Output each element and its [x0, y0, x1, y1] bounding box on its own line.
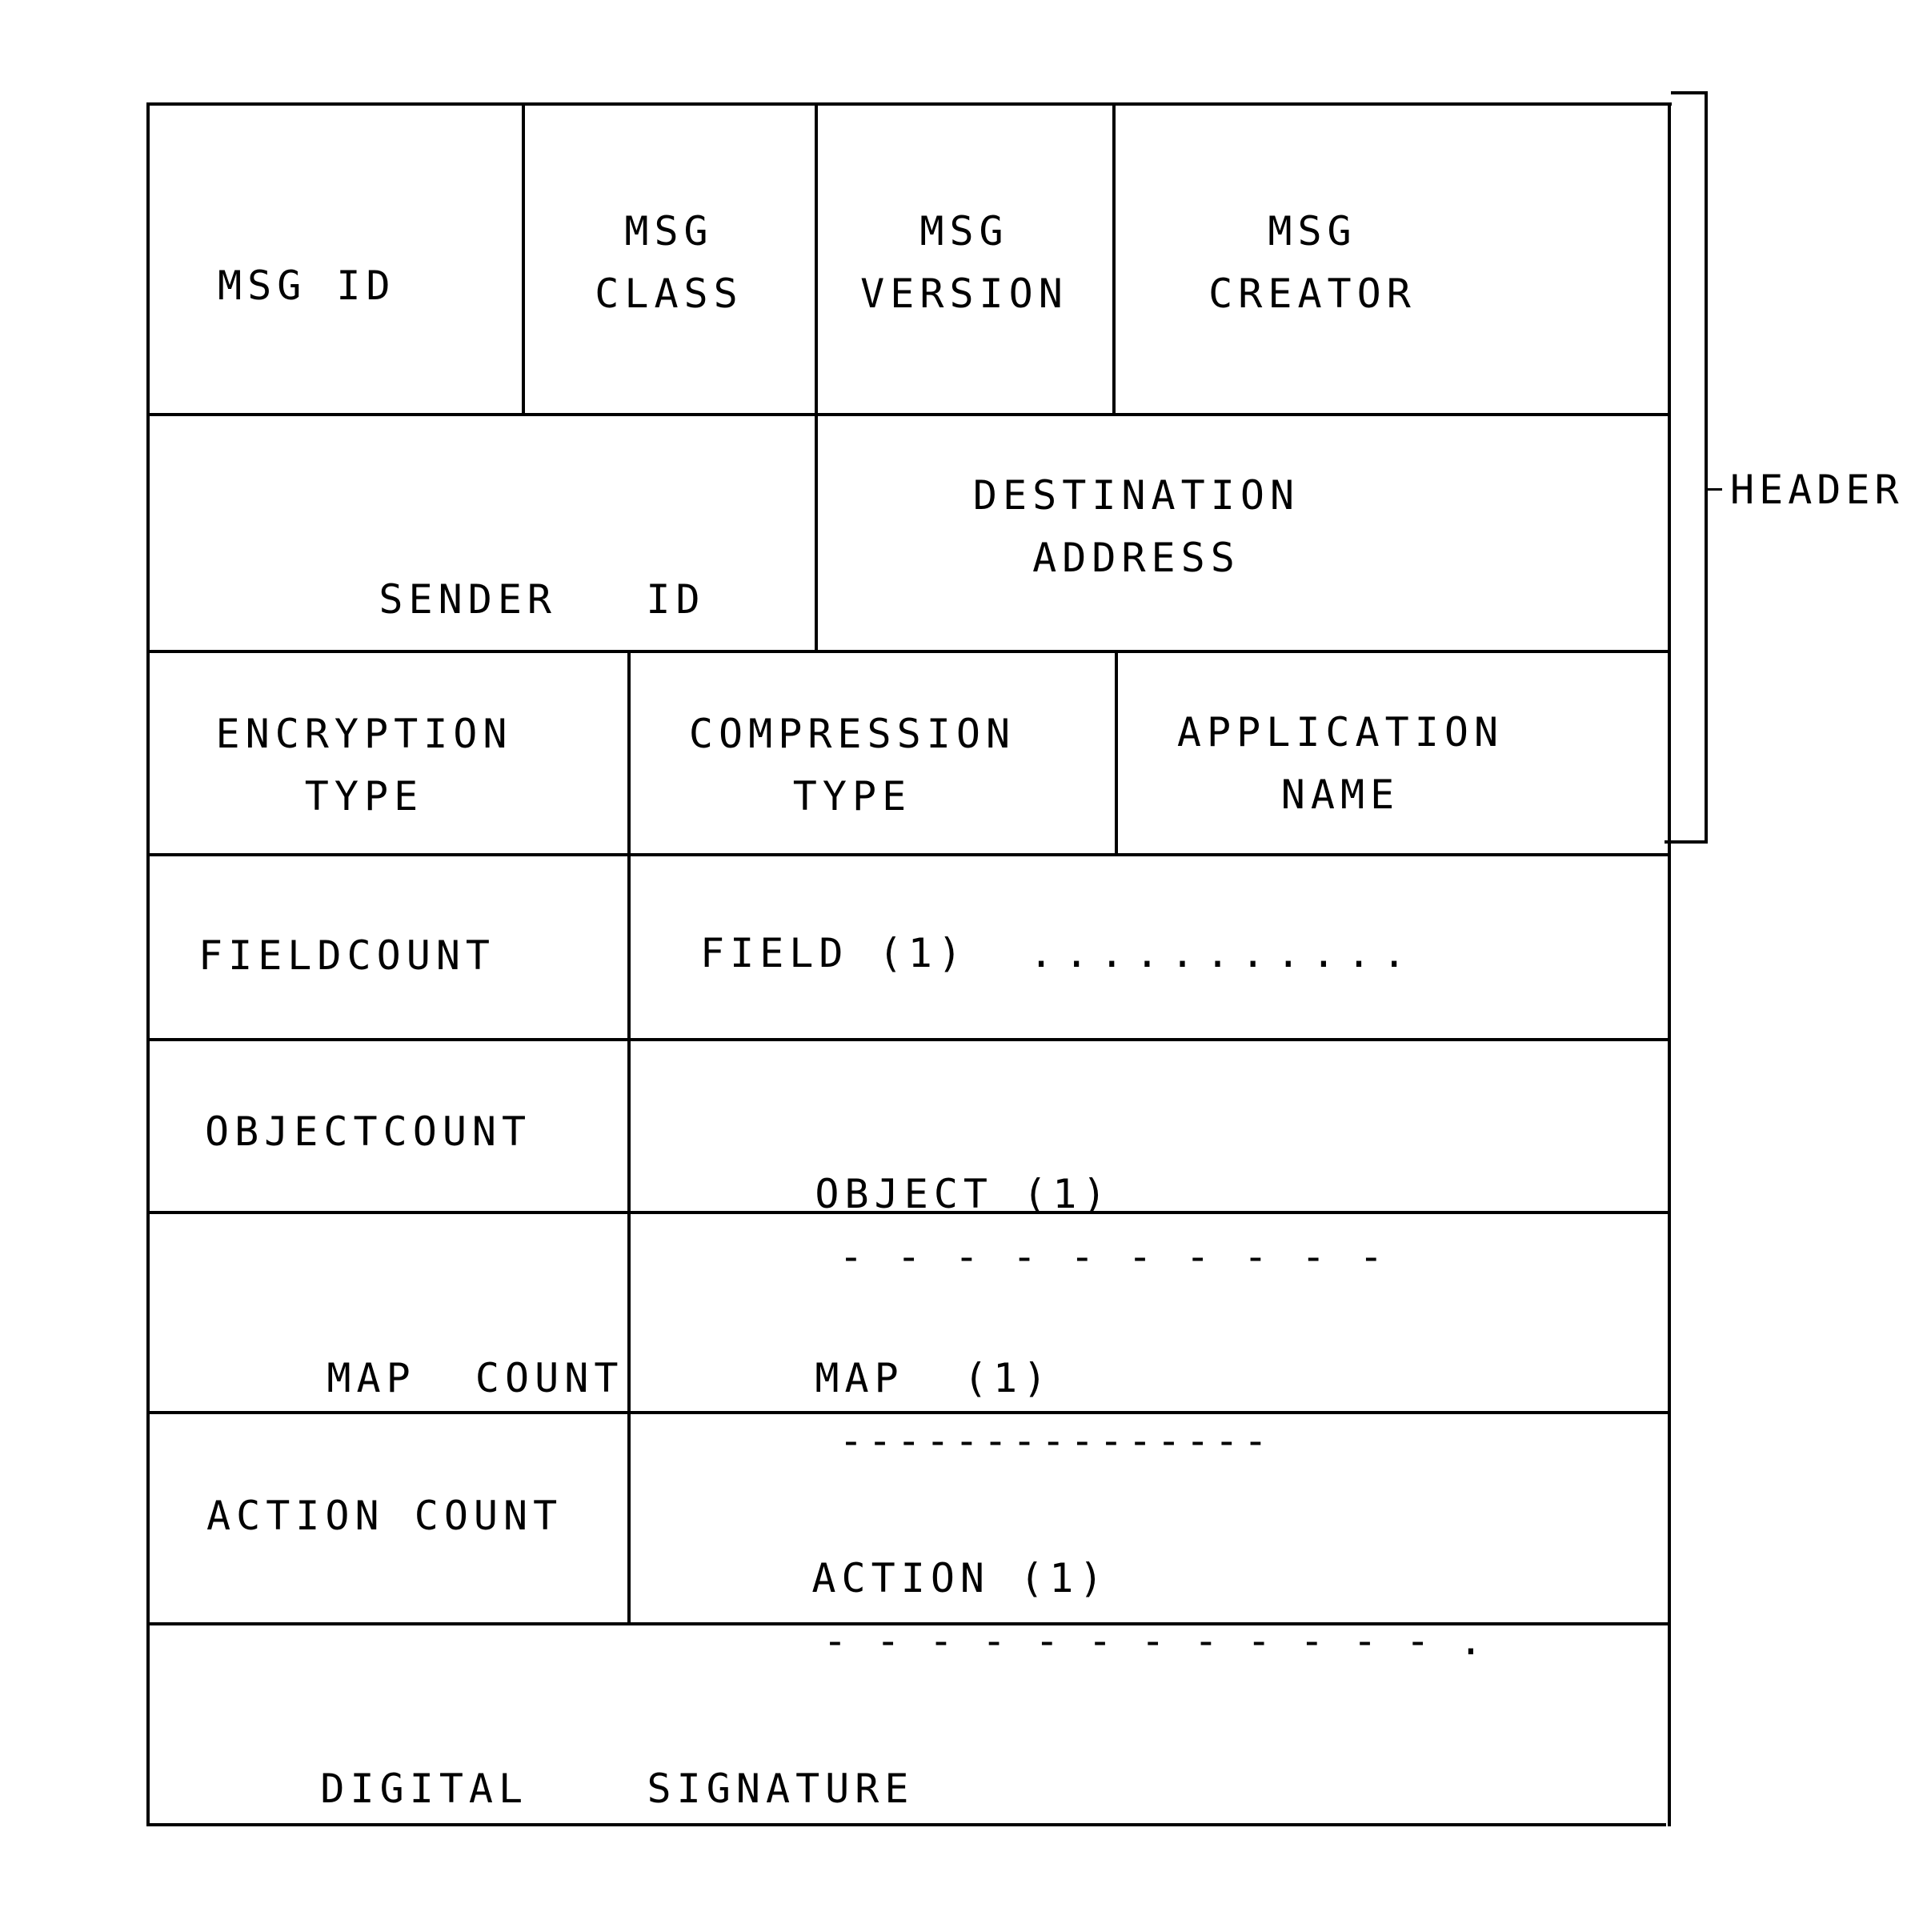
cell-label-line: APPLICATION	[1176, 709, 1504, 756]
cell-label-line: ADDRESS	[1032, 535, 1240, 581]
cell-label: OBJECTCOUNT	[205, 1108, 532, 1155]
column-divider	[1115, 651, 1118, 855]
cell-label-line: DESTINATION	[972, 472, 1300, 519]
cell-label: ACTION COUNT	[206, 1493, 563, 1539]
cell-label: MAP COUNT	[327, 1355, 624, 1401]
cell-destination-address: DESTINATION ADDRESS	[944, 464, 1328, 589]
cell-encryption-type: ENCRYPTION TYPE	[184, 703, 544, 828]
bracket-tick	[1705, 488, 1722, 491]
header-label: HEADER	[1730, 467, 1904, 513]
cell-msg-creator: MSG CREATOR	[1176, 200, 1448, 325]
cell-label-line: CLASS	[595, 271, 743, 317]
cell-application-name: APPLICATION NAME	[1168, 701, 1512, 826]
cell-label: DIGITAL SIGNATURE	[320, 1766, 915, 1812]
cell-label: FIELDCOUNT	[198, 932, 496, 979]
row-divider	[148, 853, 1669, 856]
cell-sender-id: SENDER ID	[260, 506, 706, 693]
cell-label-line: TYPE	[304, 773, 424, 820]
cell-label: ACTION (1)	[811, 1555, 1109, 1601]
bracket-spine	[1705, 91, 1708, 844]
cell-label-line: MSG	[624, 208, 714, 255]
continuation-dots: - - - - - - - - - - - - .	[823, 1617, 1485, 1664]
continuation-dots: ...........	[1029, 930, 1418, 976]
cell-label: MAP (1)	[815, 1355, 1053, 1401]
continuation-dots: ---------------	[839, 1417, 1272, 1464]
cell-digital-signature: DIGITAL SIGNATURE	[202, 1695, 914, 1882]
bracket-top	[1671, 91, 1708, 94]
cell-label: MSG ID	[218, 263, 396, 309]
cell-label-line: ENCRYPTION	[215, 711, 513, 757]
cell-msg-class: MSG CLASS	[523, 200, 815, 325]
outer-top-border	[148, 102, 1672, 106]
row-divider	[148, 413, 1669, 416]
cell-label: SENDER ID	[379, 576, 706, 623]
cell-label-line: CREATOR	[1208, 271, 1416, 317]
cell-fieldcount: FIELDCOUNT	[198, 924, 495, 987]
cell-label-line: MSG	[1268, 208, 1357, 255]
cell-label-line: MSG	[919, 208, 1009, 255]
cell-label: OBJECT (1)	[815, 1171, 1112, 1217]
cell-map-count: MAP COUNT	[208, 1285, 623, 1472]
cell-label-line: NAME	[1280, 772, 1400, 818]
cell-field-1: FIELD (1) ...........	[700, 922, 1417, 984]
outer-right-border	[1668, 102, 1671, 1826]
column-divider	[627, 651, 631, 1624]
cell-label-line: COMPRESSION	[688, 711, 1016, 757]
cell-msg-id: MSG ID	[218, 255, 396, 317]
cell-msg-version: MSG VERSION	[816, 200, 1112, 325]
continuation-dots: - - - - - - - - - -	[839, 1233, 1388, 1280]
row-divider	[148, 1038, 1669, 1041]
column-divider	[815, 104, 818, 651]
cell-objectcount: OBJECTCOUNT	[205, 1100, 531, 1163]
outer-left-border	[146, 102, 150, 1826]
cell-compression-type: COMPRESSION TYPE	[680, 703, 1024, 828]
column-divider	[1112, 104, 1116, 415]
cell-label: FIELD (1)	[700, 930, 968, 976]
cell-action-count: ACTION COUNT	[206, 1485, 563, 1547]
cell-label-line: TYPE	[792, 773, 912, 820]
bracket-bottom	[1665, 840, 1708, 844]
cell-label-line: VERSION	[860, 271, 1068, 317]
